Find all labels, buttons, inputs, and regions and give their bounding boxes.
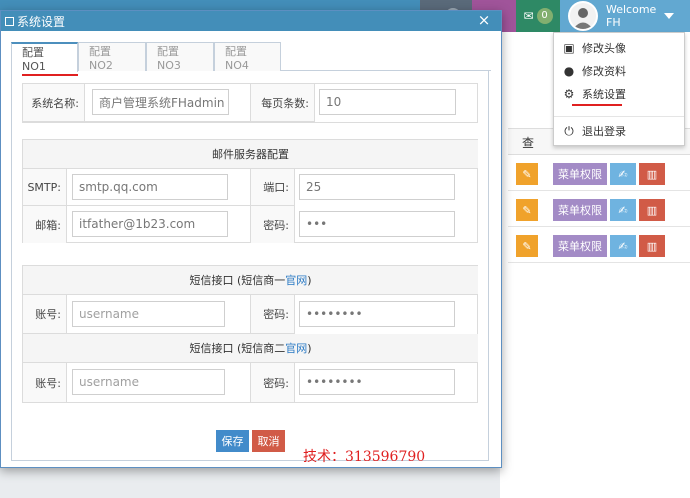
watermark-text: 技术：313596790 [303, 449, 426, 465]
tab-config-no4[interactable]: 配置 NO4 [214, 42, 281, 72]
sms2-header: 短信接口 (短信商二 官网 ) [23, 334, 478, 363]
sms1-password-label: 密码: [251, 295, 295, 334]
menu-item-edit-profile[interactable]: ● 修改资料 [554, 60, 684, 82]
messages-badge: 0 [536, 8, 553, 24]
menu-item-logout[interactable]: ⏻ 退出登录 [554, 120, 684, 142]
user-icon: ● [563, 64, 575, 78]
chevron-down-icon [664, 13, 675, 19]
dialog-titlebar[interactable]: 系统设置 [1, 11, 501, 31]
edit-button[interactable]: ✍ [610, 199, 636, 221]
tab-config-no2[interactable]: 配置 NO2 [78, 42, 146, 72]
mail-server-header: 邮件服务器配置 [23, 140, 478, 169]
sms-interface-table: 短信接口 (短信商一 官网 ) 账号: username 密码: •••••••… [22, 265, 478, 403]
nav-messages-button[interactable]: ✉ 0 [516, 0, 560, 32]
port-label: 端口: [251, 169, 295, 206]
page-size-label: 每页条数: [251, 84, 315, 122]
system-name-label: 系统名称: [23, 84, 85, 122]
tab-bar: 配置 NO1 配置 NO2 配置 NO3 配置 NO4 [11, 39, 491, 73]
smtp-input[interactable]: smtp.qq.com [72, 174, 228, 200]
trash-icon: ▥ [646, 167, 658, 181]
email-input[interactable]: itfather@1b23.com [72, 211, 228, 237]
menu-permission-button[interactable]: 菜单权限 [553, 163, 607, 185]
sms2-account-label: 账号: [23, 363, 67, 402]
annotation-underline [572, 104, 622, 106]
edit-button[interactable]: ✍ [610, 163, 636, 185]
sms2-password-input[interactable]: •••••••• [299, 369, 455, 395]
table-row: ✎ 菜单权限 ✍ ▥ [508, 191, 690, 227]
port-input[interactable]: 25 [299, 174, 455, 200]
wrench-icon: ✎ [522, 239, 532, 253]
trash-icon: ▥ [646, 239, 658, 253]
user-menu-toggle[interactable]: Welcome FH [560, 0, 690, 32]
wrench-icon: ✎ [522, 167, 532, 181]
user-dropdown-menu: ▣ 修改头像 ● 修改资料 ⚙ 系统设置 ⏻ 退出登录 [553, 32, 685, 146]
delete-button[interactable]: ▥ [639, 163, 665, 185]
mail-server-table: 邮件服务器配置 SMTP: smtp.qq.com 端口: 25 邮箱: itf… [22, 139, 478, 243]
wrench-button[interactable]: ✎ [516, 199, 538, 221]
table-header-cell: 查 [522, 136, 535, 150]
sms2-account-input[interactable]: username [72, 369, 225, 395]
edit-button[interactable]: ✍ [610, 235, 636, 257]
system-name-input[interactable]: 商户管理系统FHadmin [92, 89, 229, 115]
table-row: ✎ 菜单权限 ✍ ▥ [508, 155, 690, 191]
menu-divider [554, 116, 684, 117]
menu-permission-button[interactable]: 菜单权限 [553, 235, 607, 257]
delete-button[interactable]: ▥ [639, 235, 665, 257]
avatar [568, 1, 598, 31]
mail-password-input[interactable]: ••• [299, 211, 455, 237]
dialog-title: 系统设置 [17, 14, 66, 29]
sms1-header: 短信接口 (短信商一 官网 ) [23, 266, 478, 295]
sms2-website-link[interactable]: 官网 [285, 340, 307, 356]
wrench-icon: ✎ [522, 203, 532, 217]
sms2-password-label: 密码: [251, 363, 295, 402]
sms1-password-input[interactable]: •••••••• [299, 301, 455, 327]
wrench-button[interactable]: ✎ [516, 163, 538, 185]
page-size-input[interactable]: 10 [319, 89, 456, 115]
wrench-button[interactable]: ✎ [516, 235, 538, 257]
cancel-button[interactable]: 取消 [252, 430, 285, 452]
username-text: FH [606, 16, 621, 29]
close-icon[interactable]: × [477, 12, 491, 28]
table-row: ✎ 菜单权限 ✍ ▥ [508, 227, 690, 263]
power-icon: ⏻ [564, 123, 574, 138]
gear-icon: ⚙ [563, 87, 575, 101]
edit-icon: ✍ [618, 167, 628, 181]
menu-item-change-avatar[interactable]: ▣ 修改头像 [554, 37, 684, 59]
welcome-text: Welcome [606, 3, 657, 16]
edit-icon: ✍ [618, 239, 628, 253]
save-button[interactable]: 保存 [216, 430, 249, 452]
system-settings-dialog: 系统设置 × 配置 NO1 配置 NO2 配置 NO3 配置 NO4 系统名称:… [0, 10, 502, 468]
background-table: 查 ✎ 菜单权限 ✍ ▥ ✎ 菜单权限 ✍ ▥ ✎ 菜单权限 ✍ ▥ [508, 128, 690, 263]
sms1-website-link[interactable]: 官网 [285, 272, 307, 288]
envelope-icon: ✉ [523, 9, 534, 23]
mail-password-label: 密码: [251, 206, 295, 243]
trash-icon: ▥ [646, 203, 658, 217]
tab-config-no1[interactable]: 配置 NO1 [11, 42, 78, 73]
email-label: 邮箱: [23, 206, 67, 243]
basic-settings-table: 系统名称: 商户管理系统FHadmin 每页条数: 10 [22, 83, 478, 123]
sms1-account-label: 账号: [23, 295, 67, 334]
menu-permission-button[interactable]: 菜单权限 [553, 199, 607, 221]
edit-icon: ✍ [618, 203, 628, 217]
delete-button[interactable]: ▥ [639, 199, 665, 221]
menu-item-system-settings[interactable]: ⚙ 系统设置 [554, 83, 684, 105]
smtp-label: SMTP: [23, 169, 67, 206]
sms1-account-input[interactable]: username [72, 301, 225, 327]
tab-config-no3[interactable]: 配置 NO3 [146, 42, 214, 72]
window-icon [5, 16, 14, 26]
picture-icon: ▣ [563, 41, 575, 55]
